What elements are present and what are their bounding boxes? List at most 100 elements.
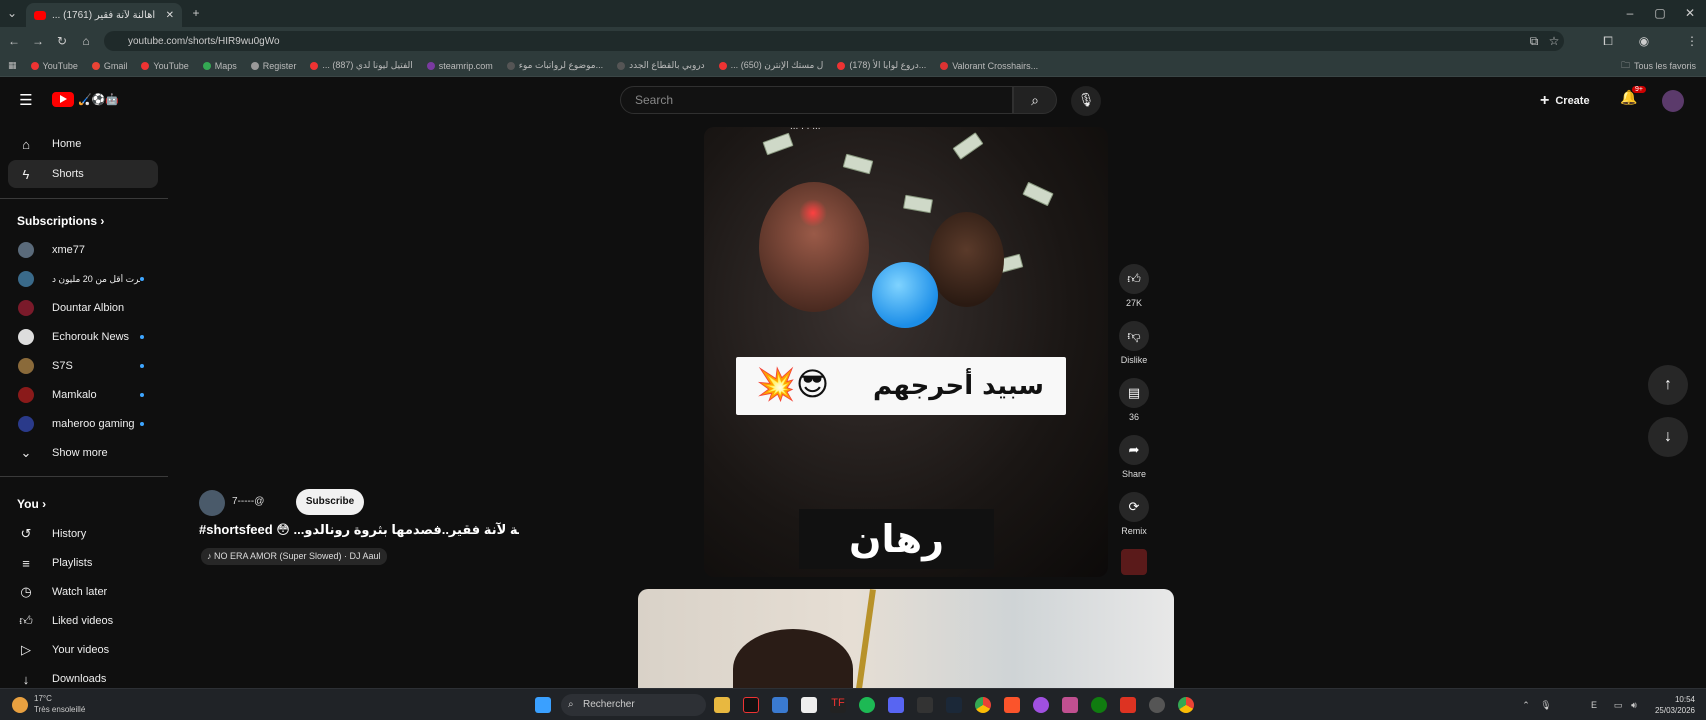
tiktok-icon[interactable]	[743, 697, 759, 713]
dislike-button[interactable]: 👎︎ Dislike	[1116, 321, 1152, 365]
playlists-icon: ≡	[22, 555, 30, 571]
bookmark-item[interactable]: YouTube	[141, 61, 189, 71]
show-more-button[interactable]: ⌄ Show more	[8, 439, 158, 467]
sidebar-item-history[interactable]: ↺ History	[8, 520, 158, 548]
you-heading[interactable]: You ›	[17, 497, 46, 511]
tradingview-icon[interactable]: TF	[830, 697, 846, 713]
channel-avatar	[18, 329, 34, 345]
share-button[interactable]: ➦ Share	[1116, 435, 1152, 479]
hamburger-menu-icon[interactable]: ☰	[18, 93, 34, 109]
sidebar-item-shorts[interactable]: ϟ Shorts	[8, 160, 158, 188]
bookmark-item[interactable]: Register	[250, 61, 296, 71]
bookmark-item[interactable]: ... الفتيل ليونا لدي (887)	[310, 60, 413, 71]
sidebar-item-subscription[interactable]: Echorouk News	[8, 323, 158, 351]
channel-avatar[interactable]	[199, 490, 225, 516]
bookmark-item[interactable]: (178) دروع لوايا الأ...	[837, 60, 926, 71]
channel-name[interactable]: 7-----@	[232, 496, 264, 507]
close-window-icon[interactable]: ✕	[1682, 5, 1698, 21]
menu-dots-icon[interactable]: ⋮	[1684, 33, 1700, 49]
apps-grid-icon[interactable]: ▦	[8, 60, 17, 71]
forward-icon[interactable]: →	[30, 33, 46, 49]
create-button[interactable]: + Create	[1540, 89, 1590, 113]
app-icon[interactable]	[772, 697, 788, 713]
sidebar-divider	[0, 198, 168, 199]
chrome-icon[interactable]	[1178, 697, 1194, 713]
voice-search-button[interactable]: 🎙	[1071, 86, 1101, 116]
bookmark-item[interactable]: موضوع لرواتبات موء...	[506, 60, 603, 71]
back-icon[interactable]: ←	[6, 33, 22, 49]
close-tab-icon[interactable]: ✕	[166, 10, 174, 21]
tray-chevron-icon[interactable]: ⌃	[1518, 697, 1534, 713]
browser-tab[interactable]: ... أهالنة لآنة فقير (1761) ✕	[26, 3, 182, 27]
brave-icon[interactable]	[1004, 697, 1020, 713]
bookmark-item[interactable]: Gmail	[91, 61, 127, 71]
like-button[interactable]: 👍︎ 27K	[1116, 264, 1152, 308]
search-button[interactable]: ⌕	[1013, 86, 1057, 114]
previous-short-button[interactable]: ↑	[1648, 365, 1688, 405]
comments-button[interactable]: ▤ 36	[1116, 378, 1152, 422]
sound-thumbnail[interactable]	[1121, 549, 1147, 575]
short-title[interactable]: #shortsfeed 😳 ...أهالنة لآنة فقير..فصدمه…	[199, 522, 519, 538]
app-icon[interactable]	[917, 697, 933, 713]
windows-start-icon[interactable]	[535, 697, 551, 713]
subscribe-button[interactable]: Subscribe	[296, 489, 364, 515]
bookmark-item[interactable]: steamrip.com	[426, 61, 493, 71]
discord-icon[interactable]	[888, 697, 904, 713]
bookmark-item[interactable]: Maps	[202, 61, 237, 71]
all-bookmarks[interactable]: 🗀 Tous les favoris	[1621, 58, 1696, 74]
next-short-preview[interactable]	[638, 589, 1174, 689]
spotify-icon[interactable]	[859, 697, 875, 713]
microphone-tray-icon[interactable]: 🎙	[1538, 697, 1554, 713]
app-icon[interactable]	[801, 697, 817, 713]
system-clock[interactable]: 10:54 25/03/2026	[1645, 694, 1695, 716]
sidebar-item-your-videos[interactable]: ▷ Your videos	[8, 636, 158, 664]
weather-widget[interactable]: 17°C Très ensoleillé	[34, 693, 85, 715]
bookmark-item[interactable]: Valorant Crosshairs...	[940, 61, 1038, 71]
chrome-icon[interactable]	[975, 697, 991, 713]
app-icon[interactable]	[1149, 697, 1165, 713]
minimize-icon[interactable]: –	[1622, 5, 1638, 21]
app-icon[interactable]	[1033, 697, 1049, 713]
profile-icon[interactable]: ◉	[1636, 33, 1652, 49]
sidebar-item-subscription[interactable]: maheroo gaming	[8, 410, 158, 438]
network-icon[interactable]: ▭	[1610, 697, 1626, 713]
app-icon[interactable]	[1120, 697, 1136, 713]
next-short-button[interactable]: ↓	[1648, 417, 1688, 457]
url-field[interactable]: youtube.com/shorts/HIR9wu0gWo	[104, 31, 1564, 51]
weather-icon[interactable]	[12, 697, 28, 713]
reload-icon[interactable]: ↻	[54, 33, 70, 49]
home-browser-icon[interactable]: ⌂	[78, 33, 94, 49]
taskbar-search[interactable]: ⌕ Rechercher	[561, 694, 706, 716]
app-icon[interactable]	[1062, 697, 1078, 713]
shorts-video-player[interactable]: 💥😎 سبيد أحرجهم رهان	[704, 127, 1108, 577]
bookmark-star-icon[interactable]: ☆	[1546, 33, 1562, 49]
bookmark-item[interactable]: ... ل مستك الإنترن (650)	[718, 60, 823, 71]
steam-icon[interactable]	[946, 697, 962, 713]
sidebar-item-subscription[interactable]: xme77	[8, 236, 158, 264]
xbox-icon[interactable]	[1091, 697, 1107, 713]
sidebar-item-subscription[interactable]: Dountar Albion	[8, 294, 158, 322]
sidebar-item-subscription[interactable]: S7S	[8, 352, 158, 380]
file-explorer-icon[interactable]	[714, 697, 730, 713]
sidebar-item-playlists[interactable]: ≡ Playlists	[8, 549, 158, 577]
volume-icon[interactable]: 🔊︎	[1626, 697, 1642, 713]
sidebar-item-subscription[interactable]: ـرت أقل من 20 مليون د...	[8, 265, 158, 293]
subscriptions-heading[interactable]: Subscriptions ›	[17, 214, 104, 228]
maximize-icon[interactable]: ▢	[1652, 5, 1668, 21]
bookmark-item[interactable]: YouTube	[30, 61, 78, 71]
sidebar-item-home[interactable]: ⌂ Home	[8, 130, 158, 158]
sidebar-item-watch-later[interactable]: ◷ Watch later	[8, 578, 158, 606]
search-input[interactable]: Search	[620, 86, 1013, 114]
sidebar-item-liked-videos[interactable]: 👍︎ Liked videos	[8, 607, 158, 635]
youtube-logo[interactable]: 🏑⚽🤖	[52, 92, 119, 107]
bookmark-item[interactable]: دروبي بالقطاع الجدد	[617, 60, 705, 71]
remix-button[interactable]: ⟳ Remix	[1116, 492, 1152, 536]
new-tab-icon[interactable]: +	[188, 5, 204, 21]
sound-link[interactable]: ♪ NO ERA AMOR (Super Slowed) · DJ Aaul	[201, 548, 387, 565]
language-indicator[interactable]: E	[1586, 697, 1602, 713]
install-icon[interactable]: ⧉	[1526, 33, 1542, 49]
tab-search-icon[interactable]: ⌄	[4, 5, 20, 21]
sidebar-item-subscription[interactable]: Mamkalo	[8, 381, 158, 409]
account-avatar[interactable]	[1662, 90, 1684, 112]
extensions-icon[interactable]: ⧠	[1600, 33, 1616, 49]
